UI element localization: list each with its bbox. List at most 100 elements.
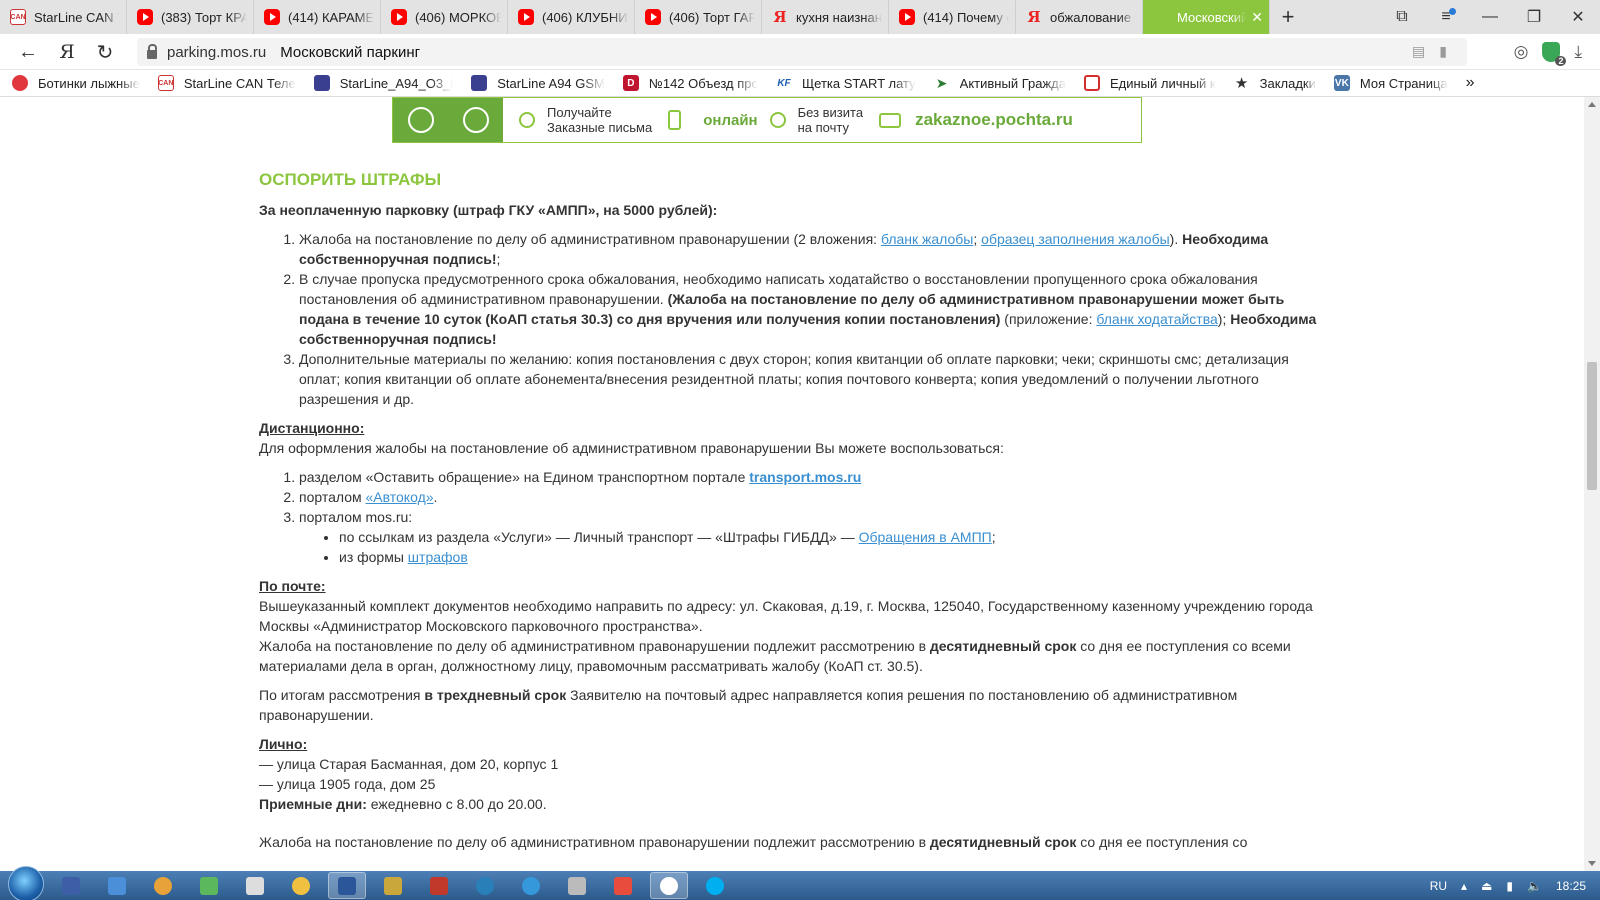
taskbar-app[interactable] bbox=[696, 872, 734, 899]
tabs-panel-icon[interactable]: ⧉ bbox=[1380, 0, 1424, 34]
address-page-title: Московский паркинг bbox=[280, 43, 421, 61]
taskbar-app[interactable] bbox=[374, 872, 412, 899]
yandex-button[interactable]: Я bbox=[55, 40, 79, 64]
scrollbar-thumb[interactable] bbox=[1587, 362, 1597, 490]
complaint-sample-link[interactable]: образец заполнения жалобы bbox=[981, 231, 1170, 247]
bookmark-favicon-icon bbox=[12, 75, 28, 91]
list-item: из формы штрафов bbox=[339, 547, 1327, 567]
banner-online: онлайн bbox=[703, 111, 758, 129]
post-heading: По почте: bbox=[259, 578, 326, 594]
tab-strip: CANStarLine CAN Те (383) Торт КРА (414) … bbox=[0, 0, 1600, 34]
minimize-button[interactable]: — bbox=[1468, 0, 1512, 34]
taskbar-app[interactable] bbox=[604, 872, 642, 899]
downloads-icon[interactable]: ⤓ bbox=[1574, 42, 1582, 62]
bookmark-item[interactable]: Ботинки лыжные bbox=[12, 75, 140, 91]
tab-youtube-3[interactable]: (406) МОРКОВ bbox=[381, 0, 508, 34]
tab-youtube-2[interactable]: (414) КАРАМЕЛ bbox=[254, 0, 381, 34]
bookmark-item[interactable]: CAN StarLine CAN Теле bbox=[157, 75, 296, 91]
bookmark-item[interactable]: StarLine_A94_O3_i bbox=[313, 75, 453, 91]
tab-youtube-6[interactable]: (414) Почему с bbox=[889, 0, 1016, 34]
avtokod-link[interactable]: «Автокод» bbox=[366, 489, 434, 505]
bookmark-item[interactable]: ★ Закладки bbox=[1233, 75, 1316, 92]
taskbar-app[interactable] bbox=[98, 872, 136, 899]
tab-youtube-1[interactable]: (383) Торт КРА bbox=[127, 0, 254, 34]
tab-starline[interactable]: CANStarLine CAN Те bbox=[0, 0, 127, 34]
close-window-button[interactable]: ✕ bbox=[1556, 0, 1600, 34]
petition-form-link[interactable]: бланк ходатайства bbox=[1096, 311, 1217, 327]
taskbar-app[interactable] bbox=[558, 872, 596, 899]
tab-parking-active[interactable]: Московский ✕ bbox=[1143, 0, 1270, 34]
taskbar-app[interactable] bbox=[466, 872, 504, 899]
tab-youtube-4[interactable]: (406) КЛУБНИЧ bbox=[508, 0, 635, 34]
remote-options-list: разделом «Оставить обращение» на Едином … bbox=[299, 467, 1327, 567]
protect-icon[interactable]: ◎ bbox=[1514, 42, 1529, 62]
pochta-banner[interactable]: Получайте Заказные письма онлайн Без визи… bbox=[392, 97, 1142, 143]
tray-expand-icon[interactable]: ▴ bbox=[1461, 879, 1467, 893]
navigation-bar: ← Я ↻ parking.mos.ru Московский паркинг … bbox=[0, 34, 1600, 70]
bookmarks-more-button[interactable]: » bbox=[1466, 74, 1475, 92]
mos-ru-sublist: по ссылкам из раздела «Услуги» — Личный … bbox=[339, 527, 1327, 567]
scroll-down-arrow-icon[interactable] bbox=[1588, 861, 1596, 866]
lead-text: За неоплаченную парковку (штраф ГКУ «АМП… bbox=[259, 202, 718, 218]
taskbar-app[interactable] bbox=[52, 872, 90, 899]
list-item: порталом mos.ru: по ссылкам из раздела «… bbox=[299, 507, 1327, 567]
list-item: разделом «Оставить обращение» на Едином … bbox=[299, 467, 1327, 487]
close-tab-icon[interactable]: ✕ bbox=[1251, 9, 1263, 26]
bookmark-icon[interactable]: ▮ bbox=[1439, 43, 1447, 60]
list-item: Дополнительные материалы по желанию: коп… bbox=[299, 349, 1327, 409]
address-bar[interactable]: parking.mos.ru Московский паркинг ▤ ▮ bbox=[137, 38, 1467, 66]
youtube-icon bbox=[137, 9, 153, 25]
fines-link[interactable]: штрафов bbox=[408, 549, 468, 565]
post-result: По итогам рассмотрения в трехдневный сро… bbox=[259, 687, 1238, 723]
start-button[interactable] bbox=[8, 865, 44, 900]
banner-text-1: Получайте Заказные письма bbox=[547, 105, 653, 135]
bookmark-item[interactable]: D №142 Объезд прс bbox=[622, 75, 758, 91]
complaint-form-link[interactable]: бланк жалобы bbox=[881, 231, 973, 247]
taskbar-app[interactable] bbox=[420, 872, 458, 899]
banner-text-2: Без визита на почту bbox=[797, 105, 864, 135]
reload-icon[interactable]: ↻ bbox=[93, 40, 117, 64]
taskbar-app-yandex[interactable] bbox=[650, 872, 688, 899]
remote-heading: Дистанционно: bbox=[259, 420, 365, 436]
taskbar-app[interactable] bbox=[190, 872, 228, 899]
clock[interactable]: 18:25 bbox=[1556, 879, 1586, 893]
page-scrollbar[interactable] bbox=[1584, 97, 1600, 871]
new-tab-button[interactable]: + bbox=[1270, 0, 1306, 34]
tab-yandex-1[interactable]: Якухня наизнан bbox=[762, 0, 889, 34]
scroll-up-arrow-icon[interactable] bbox=[1588, 102, 1596, 107]
reader-mode-icon[interactable]: ▤ bbox=[1412, 43, 1425, 60]
reception-days: Приемные дни: ежедневно с 8.00 до 20.00. bbox=[259, 796, 547, 812]
network-signal-icon[interactable]: ▮ bbox=[1506, 879, 1513, 893]
ampp-appeals-link[interactable]: Обращения в АМПП bbox=[859, 529, 992, 545]
taskbar-app[interactable] bbox=[282, 872, 320, 899]
bookmark-item[interactable]: ➤ Активный Гражда bbox=[933, 75, 1066, 91]
bookmark-item[interactable]: KF Щетка START лату bbox=[775, 75, 916, 91]
bookmark-item[interactable]: StarLine A94 GSM bbox=[471, 75, 605, 91]
transport-logo-icon bbox=[407, 107, 434, 133]
usb-icon[interactable]: ⏏ bbox=[1481, 879, 1492, 893]
post-term: Жалоба на постановление по делу об админ… bbox=[259, 638, 1291, 674]
taskbar-app[interactable] bbox=[512, 872, 550, 899]
bookmark-favicon-icon bbox=[1083, 75, 1100, 91]
adblock-shield-icon[interactable]: 2 bbox=[1542, 42, 1567, 66]
restore-button[interactable]: ❐ bbox=[1512, 0, 1556, 34]
menu-icon[interactable]: ≡ bbox=[1424, 0, 1468, 34]
messenger-app-icon bbox=[292, 876, 310, 895]
yandex-icon: Я bbox=[773, 8, 787, 26]
taskbar-app-word[interactable] bbox=[328, 872, 366, 899]
bookmark-item[interactable]: VK Моя Страница bbox=[1333, 75, 1448, 91]
bookmark-item[interactable]: Единый личный к bbox=[1083, 75, 1216, 91]
tab-yandex-2[interactable]: Яобжалование bbox=[1016, 0, 1143, 34]
tab-youtube-5[interactable]: (406) Торт ГАР bbox=[635, 0, 762, 34]
back-arrow-icon[interactable]: ← bbox=[16, 40, 40, 64]
post-address: Вышеуказанный комплект документов необхо… bbox=[259, 598, 1313, 634]
pdf-app-icon bbox=[614, 876, 632, 895]
taskbar-app[interactable] bbox=[236, 872, 274, 899]
transport-portal-link[interactable]: transport.mos.ru bbox=[749, 469, 861, 485]
starline-icon: CAN bbox=[10, 9, 26, 25]
volume-icon[interactable]: 🔈 bbox=[1527, 879, 1542, 893]
taskbar-app[interactable] bbox=[144, 872, 182, 899]
starline-icon: CAN bbox=[157, 75, 174, 91]
adblock-count: 2 bbox=[1555, 56, 1567, 66]
language-indicator[interactable]: RU bbox=[1430, 879, 1447, 893]
